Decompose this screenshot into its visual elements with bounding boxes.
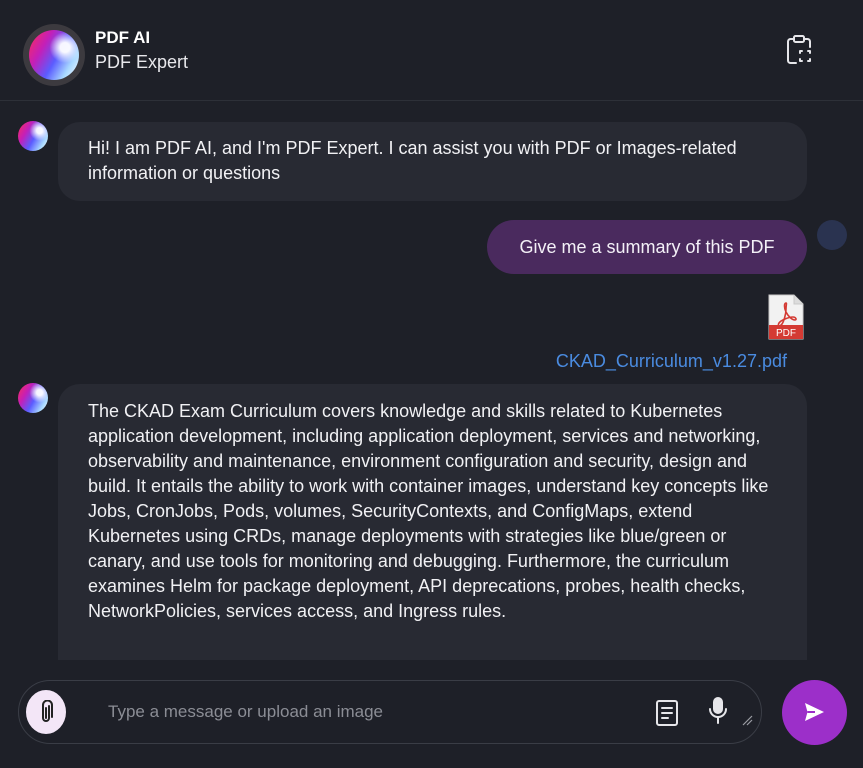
bot-subtitle: PDF Expert: [95, 52, 189, 72]
ai-greeting-bubble: Hi! I am PDF AI, and I'm PDF Expert. I c…: [58, 122, 807, 201]
bot-message-avatar: [18, 121, 48, 151]
resize-grip-icon[interactable]: [741, 713, 753, 726]
attachment-link[interactable]: CKAD_Curriculum_v1.27.pdf: [556, 351, 787, 372]
bot-title: PDF AI: [95, 28, 151, 47]
clipboard-scan-icon[interactable]: [784, 34, 814, 66]
message-input[interactable]: [96, 692, 636, 732]
user-message-bubble: Give me a summary of this PDF: [487, 220, 807, 274]
bot-avatar-orb: [29, 30, 79, 80]
document-icon[interactable]: [654, 699, 680, 727]
attach-button[interactable]: [26, 690, 66, 734]
ai-summary-bubble: The CKAD Exam Curriculum covers knowledg…: [58, 384, 807, 660]
ai-greeting-text: Hi! I am PDF AI, and I'm PDF Expert. I c…: [88, 138, 737, 183]
user-avatar: [817, 220, 847, 250]
chat-header: PDF AI PDF Expert: [0, 0, 863, 101]
paperclip-icon: [42, 700, 53, 722]
send-button[interactable]: [782, 680, 847, 745]
user-message-text: Give me a summary of this PDF: [519, 237, 775, 257]
send-icon: [805, 703, 824, 721]
microphone-icon[interactable]: [705, 696, 731, 726]
pdf-badge-text: PDF: [776, 328, 796, 339]
pdf-file-icon[interactable]: PDF: [768, 294, 804, 340]
bot-message-avatar: [18, 383, 48, 413]
bot-avatar: [23, 24, 85, 86]
ai-summary-text: The CKAD Exam Curriculum covers knowledg…: [88, 401, 769, 621]
